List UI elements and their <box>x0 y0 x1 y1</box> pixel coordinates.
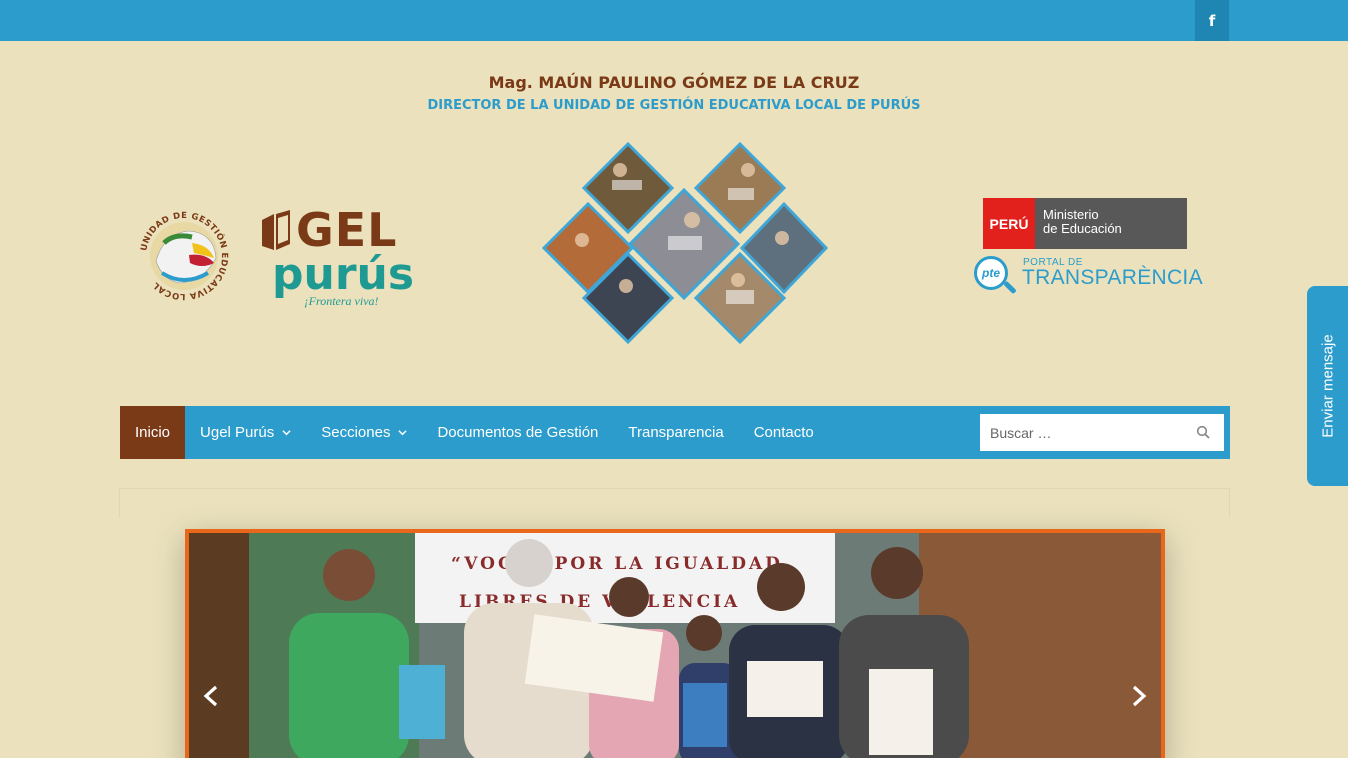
nav-label: Secciones <box>321 424 391 441</box>
nav-label: Transparencia <box>628 424 724 441</box>
nav-item-inicio[interactable]: Inicio <box>120 406 186 459</box>
banner-text-1: “VOCES POR LA IGUALDAD <box>451 554 783 574</box>
ministry-line-2: de Educación <box>1043 221 1122 236</box>
nav-label: Contacto <box>753 424 814 441</box>
nav-item-secciones[interactable]: Secciones <box>306 406 422 459</box>
peru-label: PERÚ <box>983 198 1035 249</box>
nav-label: Inicio <box>135 424 171 441</box>
slider-next-arrow[interactable] <box>1126 682 1150 710</box>
nav-item-transparencia[interactable]: Transparencia <box>613 406 738 459</box>
search-input[interactable] <box>980 415 1180 450</box>
search-box <box>980 414 1224 451</box>
director-name: Mag. MAÚN PAULINO GÓMEZ DE LA CRUZ <box>488 73 860 92</box>
chevron-down-icon <box>282 430 291 436</box>
nav-label: Ugel Purús <box>200 424 275 441</box>
ugel-purus-logo[interactable]: GEL purús ¡Frontera viva! <box>258 204 414 312</box>
pte-badge: pte <box>974 256 1008 290</box>
nav-item-documentos[interactable]: Documentos de Gestión <box>422 406 613 459</box>
magnifier-icon <box>1003 280 1017 295</box>
send-message-tab[interactable]: Enviar mensaje <box>1307 286 1348 486</box>
ministerio-educacion-logo[interactable]: PERÚ Ministerio de Educación <box>983 198 1187 249</box>
ministry-line-1: Ministerio <box>1043 207 1099 222</box>
send-message-label: Enviar mensaje <box>1319 334 1336 438</box>
nav-label: Documentos de Gestión <box>437 424 599 441</box>
director-title: DIRECTOR DE LA UNIDAD DE GESTIÓN EDUCATI… <box>427 98 921 113</box>
content-frame <box>119 488 1230 518</box>
main-nav: Inicio Ugel Purús Secciones Documentos d… <box>120 406 1230 459</box>
ministry-name: Ministerio de Educación <box>1035 198 1187 249</box>
photo-collage <box>541 140 829 352</box>
chevron-down-icon <box>398 430 408 436</box>
book-icon <box>262 210 290 250</box>
portal-transparencia-logo[interactable]: pte PORTAL DE TRANSPARÈNCIA <box>972 253 1203 297</box>
top-bar: f <box>0 0 1348 41</box>
nav-item-ugel-purus[interactable]: Ugel Purús <box>185 406 306 459</box>
slider-prev-arrow[interactable] <box>200 682 224 710</box>
search-icon[interactable] <box>1196 425 1210 439</box>
slide-photo: “VOCES POR LA IGUALDAD LIBRES DE VIOLENC… <box>189 533 1161 758</box>
image-slider: “VOCES POR LA IGUALDAD LIBRES DE VIOLENC… <box>185 529 1165 758</box>
pte-title: TRANSPARÈNCIA <box>1022 266 1203 289</box>
ugel-tagline: ¡Frontera viva! <box>304 294 379 308</box>
facebook-icon[interactable]: f <box>1195 0 1229 41</box>
nav-item-contacto[interactable]: Contacto <box>739 406 829 459</box>
purus-wordmark: purús <box>272 249 415 300</box>
ugel-seal-logo[interactable]: UNIDAD DE GESTIÓN EDUCATIVA LOCAL <box>134 203 234 309</box>
